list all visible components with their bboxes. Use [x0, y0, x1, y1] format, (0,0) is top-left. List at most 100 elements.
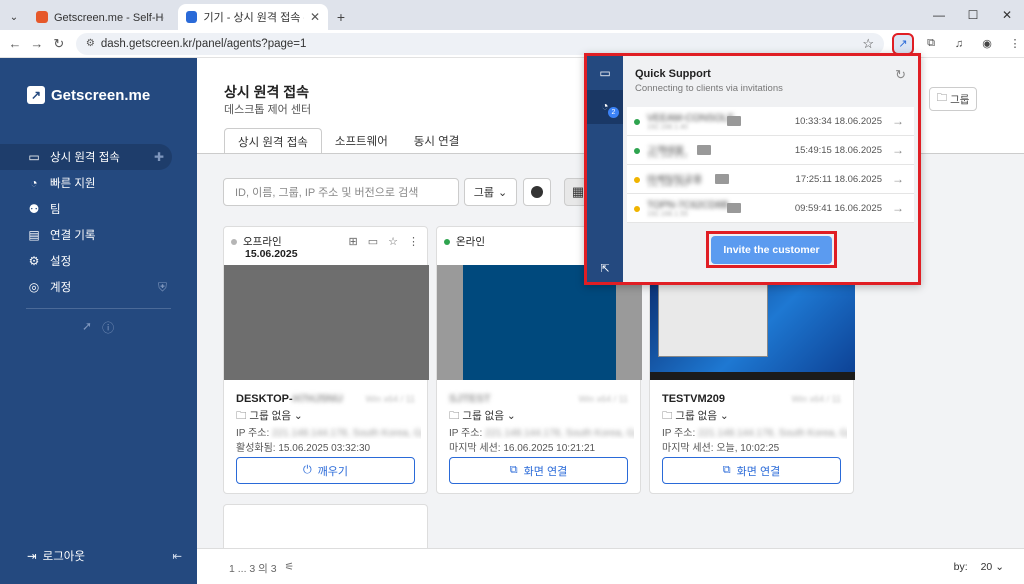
arrow-right-icon[interactable]: → [892, 172, 904, 186]
tab-persistent-access[interactable]: 상시 원격 접속 [224, 128, 322, 154]
screen-connect-icon: ⧉ [509, 464, 518, 476]
sidebar-item-team[interactable]: ⚉ 팀 [0, 196, 197, 222]
device-card-partial[interactable] [223, 504, 428, 549]
sidebar-item-label: 팀 [50, 204, 61, 216]
screen-icon [715, 174, 729, 184]
getscreen-favicon [36, 11, 48, 23]
devices-icon[interactable]: ▭ [596, 64, 614, 82]
refresh-icon[interactable]: ↻ [895, 67, 906, 83]
connect-screen-button[interactable]: ⧉ 화면 연결 [662, 457, 841, 484]
tab-software[interactable]: 소프트웨어 [322, 128, 401, 154]
browser-tab-1[interactable]: Getscreen.me - Self-Hosted - ✕ [28, 4, 178, 30]
browser-tab-title: Getscreen.me - Self-Hosted - ✕ [54, 11, 164, 24]
back-icon[interactable]: ← [4, 36, 26, 51]
status-dot-icon [531, 186, 543, 198]
collapse-sidebar-icon[interactable]: ⇤ [172, 549, 182, 563]
ip-address: IP 주소: 221.148.144.178, South Korea, Gye… [449, 428, 634, 439]
pagination: 1 ... 3 의 3 ⚟ [229, 561, 294, 576]
extensions-puzzle-icon[interactable]: ⧉ [922, 35, 940, 53]
open-dashboard-icon[interactable]: ⇱ [596, 259, 614, 277]
new-tab-button[interactable]: + [328, 4, 354, 30]
favorite-star-icon[interactable]: ☆ [388, 235, 398, 248]
sidebar-item-persistent-access[interactable]: ▭ 상시 원격 접속 ✚ [0, 144, 172, 170]
connect-screen-button[interactable]: ⧉ 화면 연결 [449, 457, 628, 484]
screen-icon[interactable]: ▭ [368, 235, 378, 248]
wake-button[interactable]: ⏻ 깨우기 [236, 457, 415, 484]
logout-icon: ⇥ [27, 551, 37, 563]
page-title: 상시 원격 접속 [224, 84, 310, 100]
brand-small-icon[interactable]: ➚ [82, 319, 92, 336]
list-item[interactable]: TOPN-7C62CD8B 192.168.1.55 09:59:41 16.0… [627, 194, 914, 223]
logout-button[interactable]: ⇥ 로그아웃 ⇤ [27, 548, 182, 564]
os-version: Win x64 / 11 [791, 394, 841, 404]
close-window-icon[interactable]: ✕ [990, 0, 1024, 30]
arrow-right-icon[interactable]: → [892, 143, 904, 157]
devices-icon: ▭ [28, 150, 40, 164]
ip-address: IP 주소: 221.148.144.178, South Korea, Gye… [236, 428, 421, 439]
info-icon[interactable]: ⓘ [102, 319, 114, 336]
sidebar-item-settings[interactable]: ⚙ 설정 [0, 248, 197, 274]
sidebar-item-history[interactable]: ▤ 연결 기록 [0, 222, 197, 248]
support-icon: ◔ [30, 176, 38, 190]
bookmark-star-icon[interactable]: ☆ [862, 36, 874, 52]
device-card[interactable]: 오프라인 15.06.2025 ⊞ ▭ ☆ ⋮ DESKTOP-H7HJ5NU … [223, 226, 429, 494]
client-name: TOPN-7C62CD8B [647, 200, 729, 211]
quick-support-panel: Quick Support Connecting to clients via … [623, 56, 918, 282]
url-bar[interactable]: ⚙ dash.getscreen.kr/panel/agents?page=1 … [75, 32, 885, 55]
tab-search-icon[interactable]: ⌄ [0, 4, 28, 30]
status-filter-button[interactable] [523, 178, 551, 206]
browser-menu-icon[interactable]: ⋮ [1006, 35, 1024, 53]
site-info-icon[interactable]: ⚙ [86, 38, 95, 49]
minimize-icon[interactable]: — [922, 0, 956, 30]
group-filter-select[interactable]: 그룹 ⌄ [464, 178, 517, 206]
media-control-icon[interactable]: ♫ [950, 35, 968, 53]
screen-thumbnail[interactable] [224, 265, 429, 380]
getscreen-extension-icon[interactable]: ↗ [892, 32, 915, 55]
chevron-down-icon: ⌄ [498, 186, 508, 199]
sidebar-footer-icons: ➚ ⓘ [82, 319, 114, 336]
arrow-right-icon[interactable]: → [892, 114, 904, 128]
client-name: VEEAM-CONSOLE [647, 113, 735, 124]
invite-customer-button[interactable]: Invite the customer [711, 235, 832, 264]
status-label: 오프라인 [243, 236, 282, 248]
arrow-right-icon[interactable]: → [892, 201, 904, 215]
more-menu-icon[interactable]: ⋮ [408, 235, 419, 248]
extensions-area: ↗ ⧉ ♫ ◉ ⋮ [892, 32, 1024, 55]
list-item[interactable]: VEEAM-CONSOLE 192.168.1.40 10:33:34 18.0… [627, 107, 914, 136]
maximize-icon[interactable]: ☐ [956, 0, 990, 30]
brand-logo[interactable]: ↗ Getscreen.me [27, 86, 150, 104]
activity-time: 활성화됨: 15.06.2025 03:32:30 [236, 443, 371, 454]
session-time: 17:25:11 18.06.2025 [795, 174, 882, 185]
status-dot [231, 238, 237, 245]
connect-label: 화면 연결 [523, 465, 568, 478]
list-item[interactable]: 마케팅팀공용 192.168.1.31 17:25:11 18.06.2025 … [627, 165, 914, 194]
profile-icon[interactable]: ◉ [978, 35, 996, 53]
list-item[interactable]: 고객태블 192.168.1.22 15:49:15 18.06.2025 → [627, 136, 914, 165]
sidebar-item-label: 계정 [50, 282, 72, 294]
device-name: SJTEST [449, 393, 491, 405]
forward-icon[interactable]: → [26, 36, 48, 51]
close-tab-icon[interactable]: ✕ [310, 10, 320, 24]
screen-icon [727, 116, 741, 126]
reload-icon[interactable]: ↻ [48, 36, 70, 52]
status-dot [634, 148, 640, 154]
page-settings-icon[interactable]: ⚟ [285, 561, 294, 576]
device-name: DESKTOP-H7HJ5NU [236, 393, 343, 405]
sidebar-item-quick-support[interactable]: ◔ 빠른 지원 [0, 170, 197, 196]
wake-label: 깨우기 [317, 465, 349, 478]
popup-sidebar: ▭ ◔ 2 ⇱ [587, 56, 623, 282]
tab-concurrent-connections[interactable]: 동시 연결 [401, 128, 473, 154]
windows-icon: ⊞ [348, 236, 358, 248]
thumbnail-window [658, 277, 768, 357]
add-group-button[interactable]: 🗀 그룹 [929, 87, 977, 111]
history-icon: ▤ [28, 228, 40, 242]
per-page-select[interactable]: by: 20 ⌄ [954, 561, 1004, 573]
search-input[interactable]: ID, 이름, 그룹, IP 주소 및 버전으로 검색 [223, 178, 459, 206]
sidebar-item-account[interactable]: ◎ 계정 ⛨ [0, 274, 197, 300]
client-address: 192.168.1.40 [647, 124, 688, 131]
status-date: 15.06.2025 [245, 248, 298, 260]
browser-tab-2[interactable]: 기기 - 상시 원격 접속 - Getscre ✕ [178, 4, 328, 30]
pagination-label: 1 ... 3 의 3 [229, 563, 277, 575]
account-icon: ◎ [28, 280, 40, 294]
sidebar-divider [26, 308, 171, 309]
